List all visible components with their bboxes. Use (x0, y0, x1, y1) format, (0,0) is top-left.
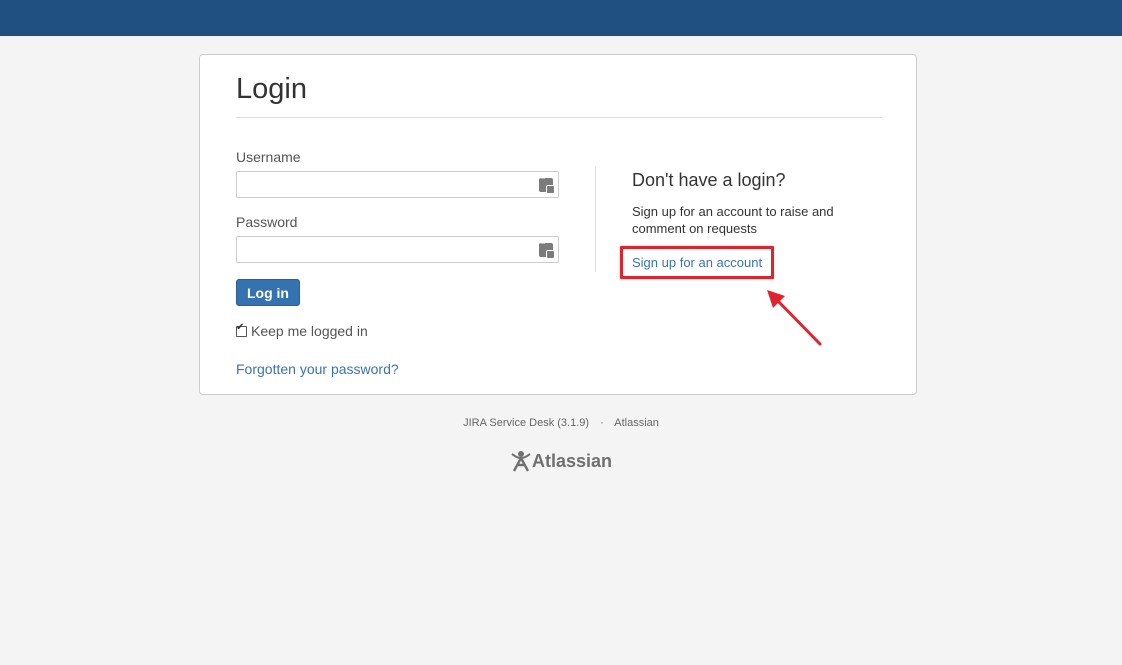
keep-logged-in-checkbox[interactable] (236, 322, 247, 337)
signup-heading: Don't have a login? (632, 170, 786, 190)
footer-separator: · (600, 417, 604, 429)
username-input[interactable] (236, 171, 559, 198)
title-divider (236, 117, 882, 118)
footer-product: JIRA Service Desk (3.1.9) (463, 417, 590, 429)
forgot-password-link[interactable]: Forgotten your password? (236, 361, 399, 377)
password-label: Password (236, 214, 298, 230)
footer: JIRA Service Desk (3.1.9) · Atlassian (0, 417, 1122, 429)
page-title: Login (236, 73, 307, 105)
vertical-divider (595, 167, 596, 272)
signup-description: Sign up for an account to raise and comm… (632, 204, 834, 236)
top-header-bar (0, 0, 1122, 36)
password-input[interactable] (236, 236, 559, 263)
keep-logged-in-label: Keep me logged in (251, 323, 368, 339)
footer-company: Atlassian (614, 417, 659, 429)
password-manager-icon[interactable] (539, 240, 555, 259)
annotation-arrow-icon (767, 290, 822, 346)
atlassian-logo-text: Atlassian (532, 450, 613, 471)
annotation-highlight-box (620, 246, 774, 279)
atlassian-logo: Atlassian (511, 450, 612, 472)
login-button[interactable]: Log in (236, 279, 300, 306)
username-label: Username (236, 149, 301, 165)
atlassian-logo-icon (511, 451, 531, 472)
password-manager-icon[interactable] (539, 175, 555, 194)
keep-logged-in-option[interactable]: Keep me logged in (236, 322, 368, 339)
